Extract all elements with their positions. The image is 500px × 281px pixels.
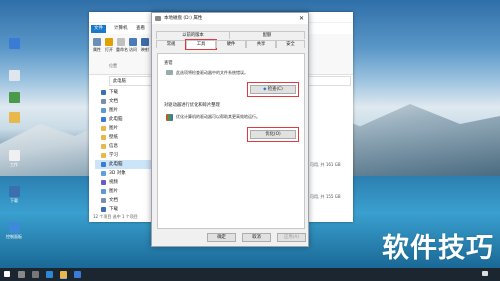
tab-computer[interactable]: 计算机 <box>111 25 131 33</box>
rename-icon <box>117 38 125 46</box>
navigation-pane: 下载 文档 图片 此电脑 图片 壁纸 信息 学习 此电脑 3D 对象 视频 图片… <box>95 88 155 214</box>
tab-file[interactable]: 文件 <box>91 25 106 33</box>
folder-icon[interactable] <box>3 112 25 124</box>
tab-general[interactable]: 常规 <box>156 40 186 48</box>
folder-icon <box>101 144 106 149</box>
shield-icon: ◆ <box>263 87 267 92</box>
tabs-row-top: 以前的版本 配额 <box>156 31 305 39</box>
properties-icon <box>93 38 101 46</box>
taskbar <box>0 268 500 281</box>
access-icon <box>129 38 137 46</box>
nav-item[interactable]: 图片 <box>95 187 155 196</box>
check-button[interactable]: ◆ 检查(C) <box>247 82 299 97</box>
control-panel-shortcut-icon[interactable]: 控制面板 <box>3 222 25 240</box>
nav-item[interactable]: 视频 <box>95 178 155 187</box>
tabs-row-bottom: 常规 工具 硬件 共享 安全 <box>156 39 305 50</box>
recycle-bin-icon[interactable] <box>3 70 25 82</box>
file-explorer-icon[interactable] <box>60 271 67 279</box>
pc-icon <box>101 117 106 122</box>
dialog-title: 本地磁盘 (D:) 属性 <box>164 16 203 21</box>
nav-item[interactable]: 信息 <box>95 142 155 151</box>
download-icon <box>101 90 106 95</box>
tools-panel: 查错 此选项将检查驱动器中的文件系统错误。 ◆ 检查(C) 对驱动器进行优化和碎… <box>157 53 305 229</box>
document-icon <box>101 198 106 203</box>
tab-tools[interactable]: 工具 <box>185 39 217 50</box>
work-doc-icon[interactable]: 工作 <box>3 150 25 168</box>
pc-taskbar-icon[interactable] <box>74 271 81 278</box>
search-icon[interactable] <box>18 271 25 278</box>
document-icon <box>101 99 106 104</box>
picture-icon <box>101 108 106 113</box>
ribbon-rename-button[interactable]: 重命名 <box>116 38 128 53</box>
map-drive-icon <box>141 38 149 46</box>
notification-icon[interactable] <box>482 271 488 276</box>
open-icon <box>105 38 113 46</box>
close-icon[interactable]: ✕ <box>299 13 304 24</box>
nav-item[interactable]: 下载 <box>95 88 155 97</box>
tab-sharing[interactable]: 共享 <box>246 40 276 48</box>
video-icon <box>101 180 106 185</box>
ribbon-group-location: 位置 <box>109 63 117 68</box>
nav-item[interactable]: 文档 <box>95 196 155 205</box>
drive-icon <box>155 16 161 21</box>
ribbon-map-button[interactable]: 映射 <box>140 38 150 53</box>
nav-item[interactable]: 图片 <box>95 124 155 133</box>
error-check-text: 此选项将检查驱动器中的文件系统错误。 <box>176 70 248 75</box>
apply-button[interactable]: 应用(A) <box>277 233 306 242</box>
ribbon-access-button[interactable]: 访问 <box>128 38 138 53</box>
optimize-button[interactable]: 优化(O) <box>247 127 299 142</box>
dialog-title-bar: 本地磁盘 (D:) 属性 ✕ <box>152 13 308 24</box>
3d-objects-icon <box>101 171 106 176</box>
task-view-icon[interactable] <box>32 271 39 278</box>
watermark-text: 软件技巧 <box>382 233 494 264</box>
folder-icon <box>101 126 106 131</box>
nav-item[interactable]: 壁纸 <box>95 133 155 142</box>
drive-properties-dialog: 本地磁盘 (D:) 属性 ✕ 以前的版本 配额 常规 工具 硬件 共享 安全 查… <box>151 12 309 247</box>
drive-info-1: 可用, 共 161 GB <box>310 162 341 167</box>
pc-icon <box>101 162 106 167</box>
ribbon-properties-button[interactable]: 属性 <box>92 38 102 53</box>
download-icon <box>101 207 106 212</box>
tab-security[interactable]: 安全 <box>276 40 305 48</box>
defrag-icon <box>166 114 173 121</box>
folder-icon <box>101 153 106 158</box>
edge-icon[interactable] <box>46 271 53 278</box>
address-text: 此电脑 <box>113 79 126 84</box>
ok-button[interactable]: 确定 <box>207 233 236 242</box>
tab-hardware[interactable]: 硬件 <box>216 40 246 48</box>
nav-item[interactable]: 此电脑 <box>95 115 155 124</box>
folder-icon <box>101 135 106 140</box>
nav-item[interactable]: 学习 <box>95 151 155 160</box>
optimize-text: 优化计算机的驱动器可以帮助其更高效地运行。 <box>176 114 260 119</box>
nav-item[interactable]: 图片 <box>95 106 155 115</box>
control-panel-icon[interactable] <box>3 92 25 104</box>
nav-item[interactable]: 文档 <box>95 97 155 106</box>
drive-info-2: 可用, 共 155 GB <box>310 194 341 199</box>
status-bar: 12 个项目 选中 1 个项目 <box>93 214 138 219</box>
tab-previous-versions[interactable]: 以前的版本 <box>156 31 230 39</box>
error-check-heading: 查错 <box>164 61 173 66</box>
drive-check-icon <box>166 70 173 75</box>
nav-item-this-pc[interactable]: 此电脑 <box>95 160 155 169</box>
tab-view[interactable]: 查看 <box>133 25 148 33</box>
cancel-button[interactable]: 取消 <box>242 233 271 242</box>
optimize-heading: 对驱动器进行优化和碎片整理 <box>164 103 220 108</box>
picture-icon <box>101 189 106 194</box>
nav-item[interactable]: 3D 对象 <box>95 169 155 178</box>
ribbon-open-button[interactable]: 打开 <box>104 38 114 53</box>
download-folder-icon[interactable]: 下载 <box>3 186 25 204</box>
tab-quota[interactable]: 配额 <box>229 31 305 39</box>
this-pc-icon[interactable] <box>3 38 25 50</box>
nav-item[interactable]: 下载 <box>95 205 155 214</box>
start-icon[interactable] <box>4 271 10 277</box>
